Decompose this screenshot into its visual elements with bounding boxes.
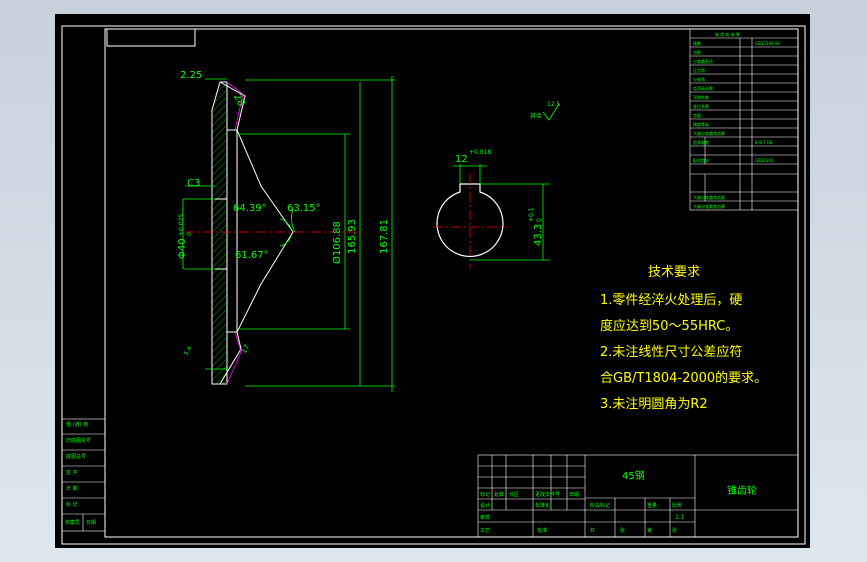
svg-text:齿数: 齿数 <box>693 49 701 55</box>
tech-line-3: 2.未注线性尺寸公差应符 <box>600 344 742 360</box>
tech-line-2: 度应达到50～55HRC。 <box>600 318 738 334</box>
cad-drawing: 借 (通) 用 旧底图总号 底图总号 签 字 日 期 标 记 档案员 日期 锥 … <box>61 25 806 545</box>
gear-section-view: 2.25 28 C3 Φ40 +0.025 0 64.39° 63.15° 61… <box>177 70 395 392</box>
svg-text:模数: 模数 <box>693 40 701 46</box>
dim-outer: 167.81 <box>379 219 390 254</box>
dim-keyway-tol-upper: +0.1 <box>528 207 535 222</box>
svg-text:张: 张 <box>672 527 677 534</box>
dim-angle-2: 63.15° <box>287 203 321 214</box>
part-name: 锥齿轮 <box>727 484 757 497</box>
dim-keyway-width: 12 <box>455 154 468 165</box>
tooth-profile <box>219 81 294 385</box>
roughness-symbol: 12.5 其余 <box>530 101 561 121</box>
svg-text:分锥角: 分锥角 <box>693 76 705 82</box>
svg-text:配对齿轮: 配对齿轮 <box>693 157 709 163</box>
tech-requirements: 技术要求 1.零件经淬火处理后，硬 度应达到50～55HRC。 2.未注线性尺寸… <box>600 265 767 412</box>
dim-keyway-tol-lower: 0 <box>536 218 543 222</box>
svg-text:大端分度圆弦齿厚: 大端分度圆弦齿厚 <box>693 203 725 209</box>
dim-bottom-angle: 17 <box>240 343 251 355</box>
dim-bore: Φ40 <box>177 238 188 259</box>
dim-keyway-tol: +0.018 <box>469 149 491 156</box>
keyway-view: 12 +0.018 43.3 +0.1 0 <box>433 149 550 269</box>
svg-text:大端分度圆弦齿厚: 大端分度圆弦齿厚 <box>693 130 725 136</box>
svg-text:精度等级: 精度等级 <box>693 121 709 127</box>
dim-keyway-depth: 43.3 <box>533 224 544 246</box>
svg-text:批准: 批准 <box>537 527 547 534</box>
svg-text:齿顶高系数: 齿顶高系数 <box>693 85 713 91</box>
svg-text:第: 第 <box>647 527 652 534</box>
svg-text:设计: 设计 <box>480 502 490 509</box>
tech-title: 技术要求 <box>648 265 700 280</box>
viewport: 借 (通) 用 旧底图总号 底图总号 签 字 日 期 标 记 档案员 日期 锥 … <box>0 0 867 562</box>
svg-text:旧底图总号: 旧底图总号 <box>66 437 91 444</box>
svg-text:签 字: 签 字 <box>66 469 78 476</box>
dim-bore-tol-lower: 0 <box>186 232 193 236</box>
tech-line-5: 3.未注明圆角为R2 <box>600 397 708 412</box>
svg-text:分区: 分区 <box>509 491 519 498</box>
svg-text:齿宽: 齿宽 <box>693 112 701 118</box>
svg-text:日期: 日期 <box>569 492 579 498</box>
tech-line-4: 合GB/T1804-2000的要求。 <box>600 370 767 386</box>
svg-text:借 (通) 用: 借 (通) 用 <box>66 421 88 428</box>
svg-text:工艺: 工艺 <box>480 528 490 534</box>
svg-text:顶隙系数: 顶隙系数 <box>693 94 709 100</box>
svg-text:阶段标记: 阶段标记 <box>590 502 610 509</box>
svg-text:压力角: 压力角 <box>693 67 705 73</box>
dim-angle-tooth: 28 <box>231 92 247 109</box>
gear-hub-hatch <box>211 81 228 385</box>
svg-text:标准化: 标准化 <box>535 502 550 509</box>
tech-line-1: 1.零件经淬火处理后，硬 <box>600 293 742 308</box>
svg-text:大端分度圆弦齿高: 大端分度圆弦齿高 <box>693 194 725 200</box>
svg-text:GB11365: GB11365 <box>755 158 774 163</box>
roughness-value: 12.5 <box>547 101 561 108</box>
parameter-table: 锥 齿 轮 参 数 模数齿数 分度圆直径压力角 分锥角齿顶高系数 顶隙系数变位系… <box>689 28 799 211</box>
svg-text:重量: 重量 <box>647 502 657 509</box>
scale: 1:1 <box>675 514 685 521</box>
dim-angle-3: 61.67° <box>235 250 269 261</box>
dim-mid: 165.93 <box>347 219 358 254</box>
svg-text:标记: 标记 <box>480 491 490 498</box>
svg-text:审核: 审核 <box>480 514 490 521</box>
svg-text:齿厚偏差: 齿厚偏差 <box>693 139 709 145</box>
svg-text:锥 齿 轮 参 数: 锥 齿 轮 参 数 <box>715 31 740 37</box>
dim-bottom-small: 5.4 <box>183 345 194 357</box>
svg-text:标 记: 标 记 <box>66 501 78 508</box>
title-block: 标记 处数 分区 更改文件号 日期 设计 标准化 审核工艺 批准 阶段标记 重量 比例 共 张 第… <box>477 454 799 538</box>
svg-text:日期: 日期 <box>86 520 96 526</box>
dim-angle-1: 64.39° <box>233 203 267 214</box>
dim-bore-tol-upper: +0.025 <box>178 214 185 236</box>
material: 45钢 <box>622 469 645 482</box>
svg-text:档案员: 档案员 <box>65 519 80 526</box>
svg-text:8-8-7 GB: 8-8-7 GB <box>755 140 773 145</box>
svg-text:共: 共 <box>590 527 595 534</box>
svg-text:处数: 处数 <box>494 491 504 498</box>
dim-hub: Ø106.88 <box>331 221 343 264</box>
svg-text:GB12369-90: GB12369-90 <box>755 41 781 46</box>
svg-text:比例: 比例 <box>672 502 682 509</box>
code-box <box>106 28 196 47</box>
svg-text:日 期: 日 期 <box>66 486 78 492</box>
svg-text:分度圆直径: 分度圆直径 <box>693 58 713 64</box>
svg-text:变位系数: 变位系数 <box>693 103 709 109</box>
svg-text:张: 张 <box>620 527 625 534</box>
roughness-label: 其余 <box>530 112 542 120</box>
svg-text:底图总号: 底图总号 <box>66 453 86 460</box>
dim-chamfer-c: C3 <box>187 178 200 189</box>
dim-chamfer-top: 2.25 <box>180 70 202 81</box>
svg-text:更改文件号: 更改文件号 <box>535 491 560 498</box>
binding-strip: 借 (通) 用 旧底图总号 底图总号 签 字 日 期 标 记 档案员 日期 <box>61 418 106 532</box>
drawing-sheet: 借 (通) 用 旧底图总号 底图总号 签 字 日 期 标 记 档案员 日期 锥 … <box>55 14 810 548</box>
